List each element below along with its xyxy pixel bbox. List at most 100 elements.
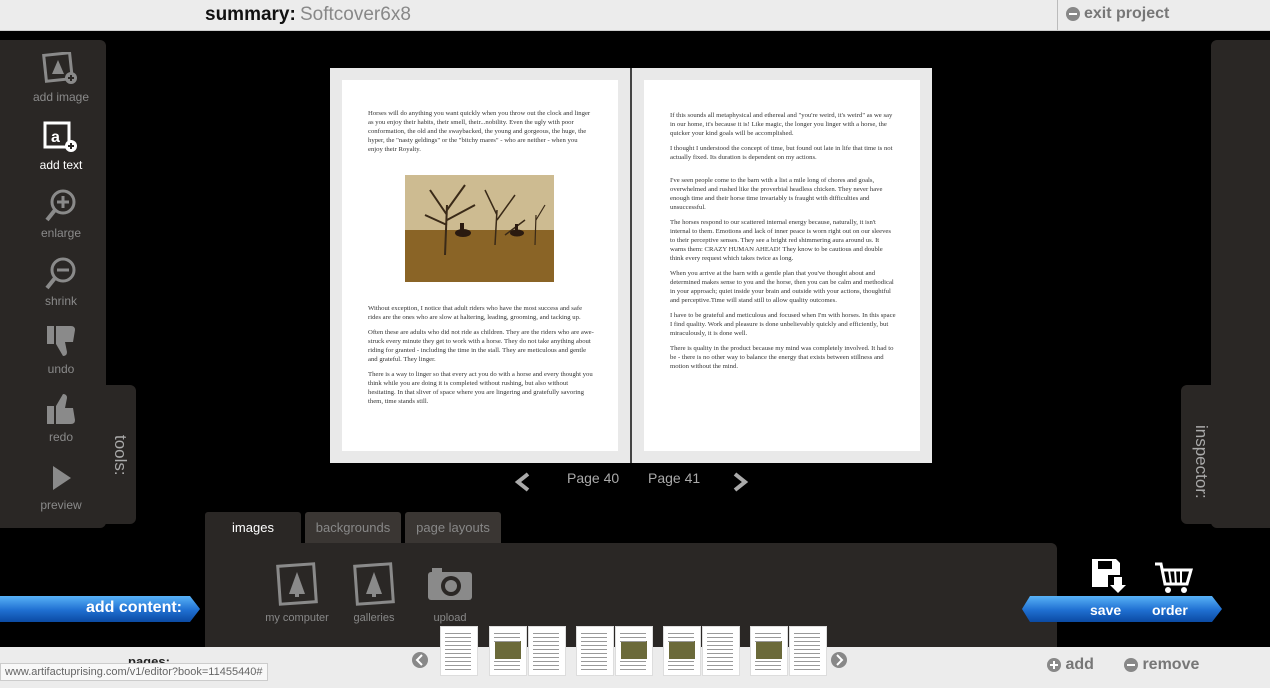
- paragraph: Horses will do anything you want quickly…: [368, 110, 591, 153]
- horse-photo-image: [405, 175, 554, 282]
- project-name: Softcover6x8: [300, 4, 411, 25]
- paragraph: There is a way to linger so that every a…: [368, 371, 593, 405]
- tool-label: redo: [48, 430, 74, 444]
- exit-project-button[interactable]: exit project: [1066, 5, 1169, 23]
- paragraph: The horses respond to our scattered inte…: [670, 219, 892, 262]
- minus-circle-icon: [1066, 7, 1080, 21]
- thumbnail-line: [581, 641, 607, 642]
- thumbnail-line: [755, 641, 781, 642]
- page-right[interactable]: If this sounds all metaphysical and ethe…: [644, 80, 920, 451]
- status-url: www.artifactuprising.com/v1/editor?book=…: [0, 663, 268, 681]
- order-label[interactable]: order: [1152, 602, 1188, 618]
- thumbnail-line: [668, 641, 694, 642]
- preview-tool[interactable]: preview: [0, 460, 122, 512]
- save-button[interactable]: [1086, 557, 1130, 598]
- page-left-number: Page 40: [567, 470, 620, 486]
- paragraph: If this sounds all metaphysical and ethe…: [670, 112, 893, 137]
- tab-images[interactable]: images: [205, 512, 301, 543]
- upload-source[interactable]: upload: [410, 562, 490, 624]
- paragraph: There is quality in the product because …: [670, 345, 894, 370]
- page-thumbnail[interactable]: [663, 626, 701, 676]
- photo-frame-icon: [353, 562, 395, 606]
- galleries-source[interactable]: galleries: [334, 562, 414, 624]
- shrink-tool[interactable]: shrink: [0, 256, 122, 308]
- thumbnail-line: [668, 637, 694, 638]
- tab-page-layouts[interactable]: page layouts: [405, 512, 501, 543]
- thumbnail-line: [794, 665, 820, 666]
- tool-label: add image: [32, 90, 90, 104]
- page-thumbnail[interactable]: [528, 626, 566, 676]
- thumbnail-line: [794, 645, 820, 646]
- source-label: my computer: [265, 612, 329, 624]
- page-thumbnail[interactable]: [576, 626, 614, 676]
- paragraph: When you arrive at the barn with a gentl…: [670, 270, 894, 304]
- previous-page-arrow-icon[interactable]: [514, 472, 532, 492]
- add-content-bar[interactable]: add content:: [0, 596, 200, 622]
- thumbnail-line: [620, 641, 646, 642]
- thumbnail-line: [707, 653, 733, 654]
- tab-backgrounds[interactable]: backgrounds: [305, 512, 401, 543]
- inspector-tab[interactable]: inspector:: [1181, 385, 1221, 524]
- thumbnail-line: [533, 637, 559, 638]
- action-bar: [1022, 596, 1222, 622]
- text-block[interactable]: Without exception, I notice that adult r…: [368, 304, 594, 412]
- thumbnail-photo: [669, 641, 695, 659]
- text-block[interactable]: If this sounds all metaphysical and ethe…: [670, 111, 896, 377]
- thumbnail-line: [794, 649, 820, 650]
- scroll-right-icon[interactable]: [831, 652, 847, 668]
- svg-text:a: a: [51, 129, 60, 146]
- thumbnail-line: [494, 661, 520, 662]
- page-thumbnail[interactable]: [440, 626, 478, 676]
- thumbnail-line: [707, 669, 733, 670]
- thumbnail-line: [445, 657, 471, 658]
- thumbnail-line: [620, 661, 646, 662]
- remove-page-button[interactable]: remove: [1124, 656, 1199, 674]
- thumbnail-line: [445, 669, 471, 670]
- page-left[interactable]: Horses will do anything you want quickly…: [342, 80, 618, 451]
- add-page-button[interactable]: add: [1047, 656, 1094, 674]
- thumbnail-line: [794, 653, 820, 654]
- thumbnail-line: [620, 669, 646, 670]
- tool-label: enlarge: [40, 226, 82, 240]
- thumbs-up-icon: [47, 394, 75, 424]
- thumbnail-line: [668, 661, 694, 662]
- enlarge-tool[interactable]: enlarge: [0, 188, 122, 240]
- thumbnail-line: [794, 641, 820, 642]
- tool-label: preview: [40, 498, 82, 512]
- thumbnail-line: [533, 657, 559, 658]
- add-text-icon: a: [43, 121, 77, 152]
- redo-tool[interactable]: redo: [0, 392, 122, 444]
- save-label[interactable]: save: [1090, 602, 1121, 618]
- summary-label: summary:: [205, 4, 296, 25]
- thumbnail-line: [445, 653, 471, 654]
- page-thumbnail[interactable]: [789, 626, 827, 676]
- page-thumbnail[interactable]: [615, 626, 653, 676]
- thumbnail-line: [494, 665, 520, 666]
- my-computer-source[interactable]: my computer: [257, 562, 337, 624]
- thumbnail-line: [707, 633, 733, 634]
- undo-tool[interactable]: undo: [0, 324, 122, 376]
- thumbnail-line: [794, 657, 820, 658]
- zoom-out-icon: [45, 257, 76, 290]
- text-block[interactable]: Horses will do anything you want quickly…: [368, 109, 594, 155]
- thumbnail-line: [581, 669, 607, 670]
- source-label: upload: [433, 612, 467, 624]
- page-thumbnail[interactable]: [702, 626, 740, 676]
- thumbnail-line: [668, 633, 694, 634]
- thumbnail-line: [707, 641, 733, 642]
- page-thumbnail[interactable]: [750, 626, 788, 676]
- thumbnail-line: [533, 641, 559, 642]
- scroll-left-icon[interactable]: [412, 652, 428, 668]
- thumbnail-line: [581, 661, 607, 662]
- add-content-label: add content:: [86, 599, 182, 616]
- thumbnail-line: [581, 633, 607, 634]
- add-text-tool[interactable]: a add text: [0, 120, 122, 172]
- page-thumbnail[interactable]: [489, 626, 527, 676]
- order-button[interactable]: [1152, 560, 1196, 599]
- add-image-tool[interactable]: add image: [0, 52, 122, 104]
- page-photo[interactable]: [405, 175, 554, 282]
- thumbnail-line: [620, 665, 646, 666]
- photo-frame-icon: [276, 562, 318, 606]
- next-page-arrow-icon[interactable]: [731, 472, 749, 492]
- thumbnail-line: [494, 633, 520, 634]
